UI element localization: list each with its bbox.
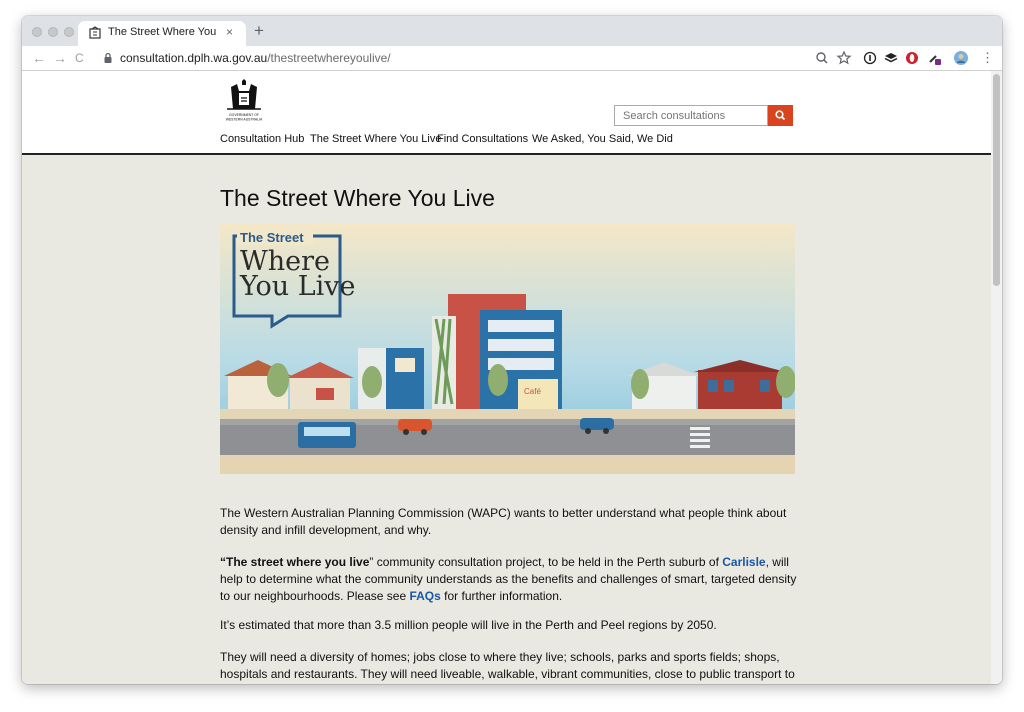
browser-menu-icon[interactable]: ⋮ [981,49,994,67]
eyedropper-extension-icon[interactable] [926,50,942,66]
project-paragraph: “The street where you live” community co… [220,554,800,605]
population-paragraph: It’s estimated that more than 3.5 millio… [220,618,717,632]
tab-title: The Street Where You Live - W [108,26,218,38]
project-text-c: for further information. [440,589,563,603]
government-crest-logo[interactable]: GOVERNMENT OF WESTERN AUSTRALIA [221,79,267,123]
nav-link-we-asked[interactable]: We Asked, You Said, We Did [532,133,673,145]
search-icon [775,110,786,121]
search-input[interactable] [614,105,768,126]
nav-link-street-where-you-live[interactable]: The Street Where You Live [310,133,441,145]
address-bar[interactable]: consultation.dplh.wa.gov.au/thestreetwhe… [120,51,391,65]
window-minimize-control[interactable] [48,27,58,37]
site-header: GOVERNMENT OF WESTERN AUSTRALIA Consulta… [22,71,991,155]
street-illustration: The Street Where You Live Café [220,224,795,474]
search-button[interactable] [768,105,793,126]
browser-tab-active[interactable]: The Street Where You Live - W × [78,21,246,46]
new-tab-button[interactable]: + [254,21,264,41]
close-tab-icon[interactable]: × [226,25,233,39]
opera-extension-icon[interactable] [904,50,920,66]
url-host: consultation.dplh.wa.gov.au [120,51,268,65]
profile-avatar-icon[interactable] [953,50,969,66]
logo-text-line2: WESTERN AUSTRALIA [226,118,263,122]
hero-title-line1: The Street [240,230,304,245]
reload-icon[interactable]: C [75,49,84,67]
password-manager-icon[interactable] [862,50,878,66]
scrollbar-thumb[interactable] [993,74,1000,286]
needs-paragraph: They will need a diversity of homes; job… [220,650,795,681]
crest-favicon-icon [89,26,101,39]
faqs-link[interactable]: FAQs [409,589,440,603]
nav-link-find-consultations[interactable]: Find Consultations [437,133,528,145]
project-name: “The street where you live [220,555,370,569]
project-text-a: ” community consultation project, to be … [369,555,723,569]
page-viewport: GOVERNMENT OF WESTERN AUSTRALIA Consulta… [22,71,991,684]
forward-icon[interactable]: → [53,49,67,67]
zoom-icon[interactable] [814,50,830,66]
tab-bar: The Street Where You Live - W × + [22,16,1002,46]
url-path: /thestreetwhereyoulive/ [267,51,391,65]
carlisle-link[interactable]: Carlisle [722,555,765,569]
browser-toolbar: ← → C consultation.dplh.wa.gov.au/thestr… [22,46,1002,71]
logo-text-line1: GOVERNMENT OF [229,113,259,117]
bookmark-star-icon[interactable] [836,50,852,66]
page-title: The Street Where You Live [220,185,495,211]
page-scrollbar[interactable] [991,71,1002,684]
intro-paragraph: The Western Australian Planning Commissi… [220,506,787,537]
cafe-sign: Café [524,387,541,396]
back-icon[interactable]: ← [32,49,46,67]
nav-link-consultation-hub[interactable]: Consultation Hub [220,133,304,145]
window-zoom-control[interactable] [64,27,74,37]
browser-window: The Street Where You Live - W × + ← → C … [22,16,1002,684]
lock-icon [104,52,112,63]
layers-extension-icon[interactable] [883,50,899,66]
window-close-control[interactable] [32,27,42,37]
hero-title-line3: You Live [239,271,356,302]
